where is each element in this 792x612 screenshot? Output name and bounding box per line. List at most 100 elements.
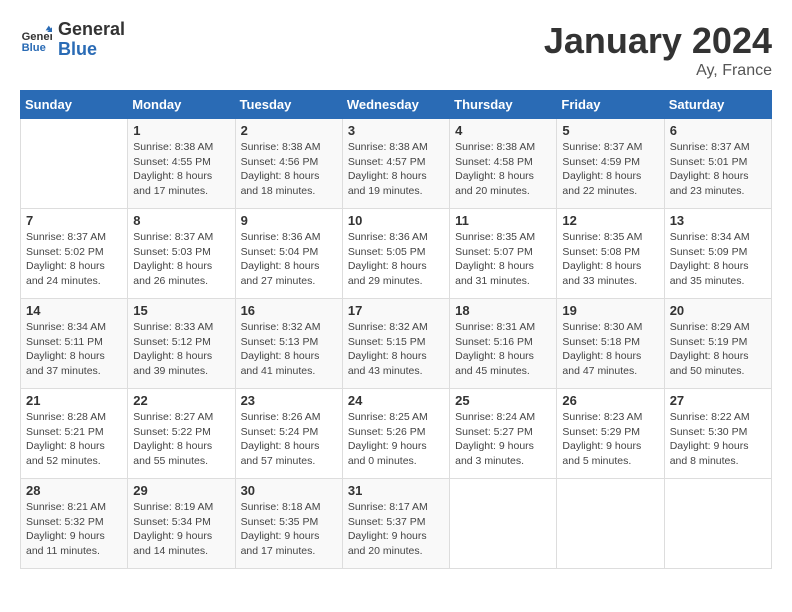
calendar-cell-w3-d3: 16 Sunrise: 8:32 AM Sunset: 5:13 PM Dayli… (235, 299, 342, 389)
calendar-cell-w2-d5: 11Sunrise: 8:35 AM Sunset: 5:07 PM Dayli… (450, 209, 557, 299)
day-info: Sunrise: 8:36 AM Sunset: 5:04 PM Dayligh… (241, 230, 337, 289)
day-info: Sunrise: 8:28 AM Sunset: 5:21 PM Dayligh… (26, 410, 122, 469)
calendar-cell-w4-d1: 21 Sunrise: 8:28 AM Sunset: 5:21 PM Dayli… (21, 389, 128, 479)
day-number: 12 (562, 213, 658, 228)
logo-text: General Blue (58, 20, 125, 60)
header-friday: Friday (557, 91, 664, 119)
day-info: Sunrise: 8:33 AM Sunset: 5:12 PM Dayligh… (133, 320, 229, 379)
day-number: 4 (455, 123, 551, 138)
week-row-2: 7Sunrise: 8:37 AM Sunset: 5:02 PM Daylig… (21, 209, 772, 299)
header-sunday: Sunday (21, 91, 128, 119)
day-number: 19 (562, 303, 658, 318)
calendar-cell-w5-d4: 31Sunrise: 8:17 AM Sunset: 5:37 PM Dayli… (342, 479, 449, 569)
calendar-cell-w5-d3: 30 Sunrise: 8:18 AM Sunset: 5:35 PM Dayli… (235, 479, 342, 569)
day-info: Sunrise: 8:38 AM Sunset: 4:57 PM Dayligh… (348, 140, 444, 199)
week-row-3: 14 Sunrise: 8:34 AM Sunset: 5:11 PM Dayli… (21, 299, 772, 389)
week-row-4: 21 Sunrise: 8:28 AM Sunset: 5:21 PM Dayli… (21, 389, 772, 479)
day-info: Sunrise: 8:38 AM Sunset: 4:55 PM Dayligh… (133, 140, 229, 199)
calendar-cell-w1-d3: 2Sunrise: 8:38 AM Sunset: 4:56 PM Daylig… (235, 119, 342, 209)
day-info: Sunrise: 8:27 AM Sunset: 5:22 PM Dayligh… (133, 410, 229, 469)
day-info: Sunrise: 8:36 AM Sunset: 5:05 PM Dayligh… (348, 230, 444, 289)
weekday-header-row: Sunday Monday Tuesday Wednesday Thursday… (21, 91, 772, 119)
day-number: 14 (26, 303, 122, 318)
day-number: 24 (348, 393, 444, 408)
day-info: Sunrise: 8:34 AM Sunset: 5:11 PM Dayligh… (26, 320, 122, 379)
calendar-cell-w1-d5: 4 Sunrise: 8:38 AM Sunset: 4:58 PM Daylig… (450, 119, 557, 209)
calendar-cell-w3-d6: 19 Sunrise: 8:30 AM Sunset: 5:18 PM Dayli… (557, 299, 664, 389)
day-number: 23 (241, 393, 337, 408)
calendar-cell-w5-d2: 29 Sunrise: 8:19 AM Sunset: 5:34 PM Dayli… (128, 479, 235, 569)
calendar-cell-w4-d6: 26Sunrise: 8:23 AM Sunset: 5:29 PM Dayli… (557, 389, 664, 479)
logo-icon: General Blue (20, 24, 52, 56)
calendar-cell-w3-d5: 18 Sunrise: 8:31 AM Sunset: 5:16 PM Dayli… (450, 299, 557, 389)
day-info: Sunrise: 8:29 AM Sunset: 5:19 PM Dayligh… (670, 320, 766, 379)
calendar-cell-w2-d7: 13Sunrise: 8:34 AM Sunset: 5:09 PM Dayli… (664, 209, 771, 299)
day-number: 11 (455, 213, 551, 228)
week-row-1: 1Sunrise: 8:38 AM Sunset: 4:55 PM Daylig… (21, 119, 772, 209)
day-number: 30 (241, 483, 337, 498)
calendar-cell-w3-d7: 20 Sunrise: 8:29 AM Sunset: 5:19 PM Dayli… (664, 299, 771, 389)
day-number: 10 (348, 213, 444, 228)
calendar-cell-w5-d5 (450, 479, 557, 569)
day-info: Sunrise: 8:22 AM Sunset: 5:30 PM Dayligh… (670, 410, 766, 469)
logo: General Blue General Blue (20, 20, 125, 60)
day-number: 22 (133, 393, 229, 408)
day-number: 20 (670, 303, 766, 318)
calendar-cell-w1-d7: 6 Sunrise: 8:37 AM Sunset: 5:01 PM Daylig… (664, 119, 771, 209)
page-header: General Blue General Blue January 2024 A… (20, 20, 772, 80)
day-number: 28 (26, 483, 122, 498)
calendar-cell-w2-d3: 9 Sunrise: 8:36 AM Sunset: 5:04 PM Daylig… (235, 209, 342, 299)
day-number: 18 (455, 303, 551, 318)
day-info: Sunrise: 8:38 AM Sunset: 4:58 PM Dayligh… (455, 140, 551, 199)
day-number: 2 (241, 123, 337, 138)
calendar-cell-w1-d4: 3Sunrise: 8:38 AM Sunset: 4:57 PM Daylig… (342, 119, 449, 209)
day-number: 9 (241, 213, 337, 228)
day-info: Sunrise: 8:37 AM Sunset: 5:03 PM Dayligh… (133, 230, 229, 289)
day-info: Sunrise: 8:37 AM Sunset: 4:59 PM Dayligh… (562, 140, 658, 199)
calendar-cell-w5-d7 (664, 479, 771, 569)
svg-text:General: General (22, 31, 52, 43)
calendar-cell-w4-d7: 27 Sunrise: 8:22 AM Sunset: 5:30 PM Dayli… (664, 389, 771, 479)
calendar-cell-w4-d3: 23 Sunrise: 8:26 AM Sunset: 5:24 PM Dayli… (235, 389, 342, 479)
header-thursday: Thursday (450, 91, 557, 119)
location: Ay, France (544, 62, 772, 80)
day-info: Sunrise: 8:26 AM Sunset: 5:24 PM Dayligh… (241, 410, 337, 469)
logo-blue-text: Blue (58, 40, 125, 60)
calendar-cell-w3-d4: 17Sunrise: 8:32 AM Sunset: 5:15 PM Dayli… (342, 299, 449, 389)
svg-text:Blue: Blue (22, 42, 46, 54)
day-number: 16 (241, 303, 337, 318)
week-row-5: 28 Sunrise: 8:21 AM Sunset: 5:32 PM Dayli… (21, 479, 772, 569)
day-number: 13 (670, 213, 766, 228)
day-info: Sunrise: 8:37 AM Sunset: 5:01 PM Dayligh… (670, 140, 766, 199)
calendar-cell-w4-d5: 25Sunrise: 8:24 AM Sunset: 5:27 PM Dayli… (450, 389, 557, 479)
day-number: 6 (670, 123, 766, 138)
calendar-cell-w3-d2: 15 Sunrise: 8:33 AM Sunset: 5:12 PM Dayli… (128, 299, 235, 389)
day-number: 21 (26, 393, 122, 408)
day-number: 27 (670, 393, 766, 408)
logo-general-text: General (58, 20, 125, 40)
calendar-cell-w5-d6 (557, 479, 664, 569)
calendar-body: 1Sunrise: 8:38 AM Sunset: 4:55 PM Daylig… (21, 119, 772, 569)
day-info: Sunrise: 8:30 AM Sunset: 5:18 PM Dayligh… (562, 320, 658, 379)
day-info: Sunrise: 8:25 AM Sunset: 5:26 PM Dayligh… (348, 410, 444, 469)
header-tuesday: Tuesday (235, 91, 342, 119)
day-info: Sunrise: 8:32 AM Sunset: 5:13 PM Dayligh… (241, 320, 337, 379)
calendar-cell-w4-d2: 22 Sunrise: 8:27 AM Sunset: 5:22 PM Dayli… (128, 389, 235, 479)
day-number: 26 (562, 393, 658, 408)
day-info: Sunrise: 8:31 AM Sunset: 5:16 PM Dayligh… (455, 320, 551, 379)
calendar-cell-w2-d4: 10 Sunrise: 8:36 AM Sunset: 5:05 PM Dayli… (342, 209, 449, 299)
day-number: 5 (562, 123, 658, 138)
day-info: Sunrise: 8:21 AM Sunset: 5:32 PM Dayligh… (26, 500, 122, 559)
calendar-cell-w5-d1: 28 Sunrise: 8:21 AM Sunset: 5:32 PM Dayli… (21, 479, 128, 569)
calendar-cell-w1-d2: 1Sunrise: 8:38 AM Sunset: 4:55 PM Daylig… (128, 119, 235, 209)
day-number: 17 (348, 303, 444, 318)
day-number: 8 (133, 213, 229, 228)
day-number: 15 (133, 303, 229, 318)
day-info: Sunrise: 8:18 AM Sunset: 5:35 PM Dayligh… (241, 500, 337, 559)
day-info: Sunrise: 8:37 AM Sunset: 5:02 PM Dayligh… (26, 230, 122, 289)
day-info: Sunrise: 8:19 AM Sunset: 5:34 PM Dayligh… (133, 500, 229, 559)
day-info: Sunrise: 8:24 AM Sunset: 5:27 PM Dayligh… (455, 410, 551, 469)
day-info: Sunrise: 8:17 AM Sunset: 5:37 PM Dayligh… (348, 500, 444, 559)
month-title: January 2024 (544, 20, 772, 62)
day-number: 29 (133, 483, 229, 498)
